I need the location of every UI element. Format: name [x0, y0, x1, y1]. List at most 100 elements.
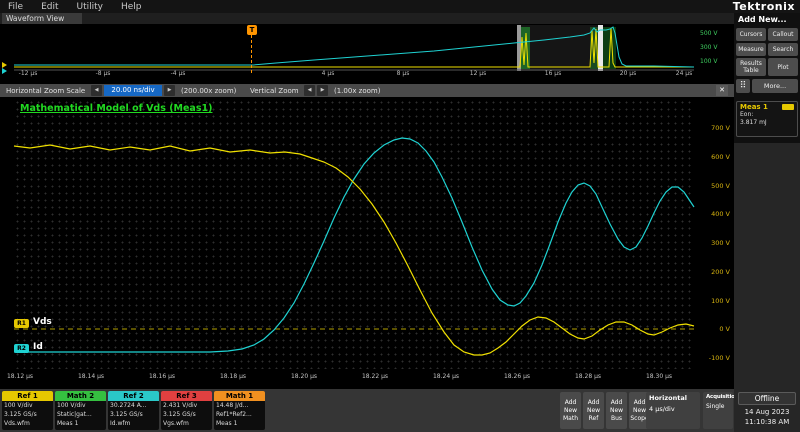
horizontal-scale-value: 4 µs/div — [649, 405, 697, 413]
meas1-row-value: 3.817 mJ — [737, 119, 797, 127]
add-new-bus-button[interactable]: AddNewBus — [606, 392, 627, 429]
search-button[interactable]: Search — [768, 43, 798, 56]
overview-time-label: 8 µs — [391, 70, 415, 77]
right-sidebar: Add New... Cursors Callout Measure Searc… — [734, 13, 800, 432]
vertical-zoom-label: Vertical Zoom — [250, 87, 299, 95]
tektronix-logo: Tektronix — [733, 0, 795, 13]
voltage-tick-label: 500 V — [696, 182, 730, 190]
badge-detail-line: 100 V/div — [2, 401, 53, 410]
time-tick-label: 18.18 µs — [215, 373, 251, 380]
h-zoom-increase-button[interactable]: ▶ — [164, 85, 175, 96]
badge-detail-line: Meas 1 — [214, 419, 265, 428]
voltage-tick-label: -100 V — [696, 354, 730, 362]
status-time: 11:10:38 AM — [734, 418, 800, 426]
channel-badge-ref2[interactable]: Ref 230.2724 A...3.125 GS/sId.wfm — [108, 391, 159, 430]
overview-scale-500: 500 V — [700, 30, 717, 37]
cursors-button[interactable]: Cursors — [736, 28, 766, 41]
main-waveform-plot: Mathematical Model of Vds (Meas1) 700 V6… — [0, 97, 734, 389]
badge-name: Math 1 — [214, 391, 265, 401]
h-zoom-scale-value[interactable]: 20.00 ns/div — [104, 85, 162, 96]
add-button-word: Add — [606, 399, 627, 406]
vds-trace — [14, 145, 694, 355]
measure-button[interactable]: Measure — [736, 43, 766, 56]
menu-edit[interactable]: Edit — [41, 2, 58, 12]
ref2-channel-pill[interactable]: R2 — [14, 344, 29, 353]
status-date: 14 Aug 2023 — [734, 408, 800, 416]
badge-name: Ref 1 — [2, 391, 53, 401]
badge-detail-line: 2.431 V/div — [161, 401, 212, 410]
add-button-word: Ref — [583, 415, 604, 422]
h-zoom-decrease-button[interactable]: ◀ — [91, 85, 102, 96]
add-button-word: Add — [583, 399, 604, 406]
voltage-tick-label: 700 V — [696, 124, 730, 132]
badge-name: Ref 2 — [108, 391, 159, 401]
badge-detail-line: Vds.wfm — [2, 419, 53, 428]
overview-time-label: 12 µs — [466, 70, 490, 77]
callout-button[interactable]: Callout — [768, 28, 798, 41]
zoom-toolbar: Horizontal Zoom Scale ◀ 20.00 ns/div ▶ (… — [0, 84, 734, 97]
add-button-word: Add — [560, 399, 581, 406]
overview-traces — [14, 25, 694, 71]
overview-time-label: 16 µs — [541, 70, 565, 77]
badge-name: Ref 3 — [161, 391, 212, 401]
main-traces — [0, 97, 734, 389]
add-button-word: Math — [560, 415, 581, 422]
time-tick-label: 18.26 µs — [499, 373, 535, 380]
add-button-word: New — [560, 407, 581, 414]
time-tick-label: 18.24 µs — [428, 373, 464, 380]
time-tick-label: 18.20 µs — [286, 373, 322, 380]
menu-file[interactable]: File — [8, 2, 23, 12]
v-zoom-increase-button[interactable]: ▶ — [317, 85, 328, 96]
time-tick-label: 18.22 µs — [357, 373, 393, 380]
badge-detail-line: 14.48 J/d... — [214, 401, 265, 410]
trigger-line — [251, 35, 252, 73]
ref2-edge-marker[interactable] — [2, 68, 7, 74]
menu-utility[interactable]: Utility — [77, 2, 103, 12]
offline-button[interactable]: Offline — [738, 392, 796, 405]
trigger-marker[interactable]: T — [247, 25, 257, 35]
more-button[interactable]: More... — [752, 79, 798, 93]
plot-button[interactable]: Plot — [768, 58, 798, 76]
channel-badge-math1[interactable]: Math 114.48 J/d...Ref1*Ref2...Meas 1 — [214, 391, 265, 430]
voltage-tick-label: 0 V — [696, 325, 730, 333]
id-channel-label: Id — [33, 342, 43, 352]
menu-bar: File Edit Utility Help Tektronix — [0, 0, 800, 13]
badge-detail-line: 3.125 GS/s — [108, 410, 159, 419]
badge-detail-line: Id.wfm — [108, 419, 159, 428]
overview-scale-100: 100 V — [700, 58, 717, 65]
badge-name: Math 2 — [55, 391, 106, 401]
zoom-window-region[interactable] — [520, 25, 600, 71]
badge-detail-line: 100 V/div — [55, 401, 106, 410]
channel-badge-ref3[interactable]: Ref 32.431 V/div3.125 GS/sVgs.wfm — [161, 391, 212, 430]
overview-time-label: 20 µs — [616, 70, 640, 77]
zoom-handle-right[interactable] — [598, 25, 603, 71]
voltage-tick-label: 300 V — [696, 239, 730, 247]
badge-detail-line: 3.125 GS/s — [161, 410, 212, 419]
menu-help[interactable]: Help — [121, 2, 142, 12]
add-new-math-button[interactable]: AddNewMath — [560, 392, 581, 429]
close-zoom-icon[interactable]: ✕ — [716, 85, 728, 96]
badge-detail-line: 3.125 GS/s — [2, 410, 53, 419]
meas1-results-badge[interactable]: Meas 1 Eon: 3.817 mJ — [736, 101, 798, 137]
channel-badge-ref1[interactable]: Ref 1100 V/div3.125 GS/sVds.wfm — [2, 391, 53, 430]
overview-time-label: -12 µs — [16, 70, 40, 77]
horizontal-zoom-scale-label: Horizontal Zoom Scale — [6, 87, 85, 95]
plot-title: Mathematical Model of Vds (Meas1) — [20, 103, 212, 114]
channel-badge-math2[interactable]: Math 2100 V/divStatic|gat...Meas 1 — [55, 391, 106, 430]
horizontal-title: Horizontal — [649, 394, 697, 402]
horizontal-panel[interactable]: Horizontal 4 µs/div — [646, 392, 700, 429]
add-new-ref-button[interactable]: AddNewRef — [583, 392, 604, 429]
time-tick-label: 18.16 µs — [144, 373, 180, 380]
v-zoom-decrease-button[interactable]: ◀ — [304, 85, 315, 96]
overview-time-label: -4 µs — [166, 70, 190, 77]
results-table-button[interactable]: Results Table — [736, 58, 766, 76]
apps-grid-icon[interactable]: ⠿ — [736, 79, 750, 93]
tab-waveform-view[interactable]: Waveform View — [2, 13, 82, 24]
add-button-word: New — [583, 407, 604, 414]
ref1-channel-pill[interactable]: R1 — [14, 319, 29, 328]
badge-detail-line: Static|gat... — [55, 410, 106, 419]
badge-detail-line: Vgs.wfm — [161, 419, 212, 428]
acquisition-panel[interactable]: Acquisition Single — [703, 392, 733, 429]
oscilloscope-screen: File Edit Utility Help Tektronix Wavefor… — [0, 0, 800, 432]
badge-detail-line: Meas 1 — [55, 419, 106, 428]
